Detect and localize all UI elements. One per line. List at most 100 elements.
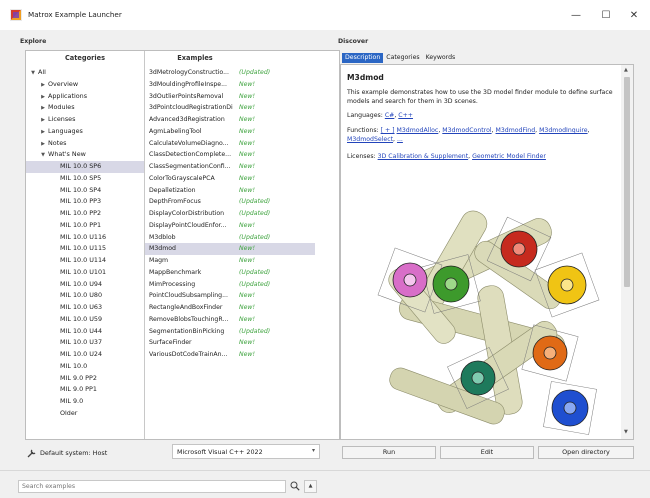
example-list-item[interactable]: M3dblob (Updated): [145, 232, 315, 244]
language-link-csharp[interactable]: C#: [385, 112, 395, 119]
category-tree-item[interactable]: MIL 10.0 PP2: [26, 208, 144, 220]
category-tree-label: MIL 10.0 SP6: [60, 162, 102, 170]
example-list-item[interactable]: MimProcessing (Updated): [145, 279, 315, 291]
category-tree-item[interactable]: Older: [26, 408, 144, 420]
example-list-item[interactable]: PointCloudSubsampling... New!: [145, 290, 315, 302]
category-tree-item[interactable]: ▶ Overview: [26, 79, 144, 91]
example-list-item[interactable]: DisplayColorDistribution (Updated): [145, 208, 315, 220]
category-tree-item[interactable]: MIL 10.0 U114: [26, 255, 144, 267]
function-link[interactable]: M3dmodSelect: [347, 136, 393, 143]
categories-column: Categories ▼ All ▶ Overview ▶ Applications ▶ Mo…: [26, 51, 144, 439]
scroll-up-icon[interactable]: ▲: [624, 67, 628, 73]
open-directory-button[interactable]: Open directory: [538, 446, 634, 459]
example-list-item[interactable]: 3dOutlierPointsRemoval New!: [145, 91, 315, 103]
tab-categories[interactable]: Categories: [383, 53, 422, 63]
example-list-item[interactable]: ClassSegmentationConfi... New!: [145, 161, 315, 173]
category-tree-item[interactable]: MIL 10.0 U80: [26, 290, 144, 302]
category-tree-item[interactable]: ▼ What's New: [26, 149, 144, 161]
minimize-button[interactable]: —: [564, 6, 588, 24]
example-list-item[interactable]: RemoveBlobsTouchingR... New!: [145, 314, 315, 326]
category-tree-item[interactable]: MIL 10.0 PP1: [26, 220, 144, 232]
category-tree-item[interactable]: MIL 9.0: [26, 396, 144, 408]
example-list-item[interactable]: RectangleAndBoxFinder New!: [145, 302, 315, 314]
example-list-item[interactable]: ClassDetectionComplete... New!: [145, 149, 315, 161]
category-tree-label: Licenses: [48, 115, 76, 123]
language-link-cpp[interactable]: C++: [398, 112, 413, 119]
category-tree-item[interactable]: ▶ Notes: [26, 138, 144, 150]
category-tree-item[interactable]: MIL 10.0 U24: [26, 349, 144, 361]
category-tree-item[interactable]: MIL 10.0 U44: [26, 326, 144, 338]
category-tree-item[interactable]: ▶ Modules: [26, 102, 144, 114]
category-tree-item[interactable]: MIL 10.0 U59: [26, 314, 144, 326]
functions-more-link[interactable]: ...: [397, 136, 403, 143]
close-button[interactable]: ✕: [622, 6, 646, 24]
function-link[interactable]: M3dmodFind: [496, 127, 536, 134]
explore-label: Explore: [20, 38, 47, 45]
category-tree-item[interactable]: ▼ All: [26, 67, 144, 79]
function-link[interactable]: M3dmodAlloc: [397, 127, 439, 134]
category-tree-item[interactable]: MIL 10.0 U63: [26, 302, 144, 314]
example-status-badge: (Updated): [239, 210, 271, 217]
category-tree-label: MIL 10.0 PP2: [60, 209, 102, 217]
category-tree-label: MIL 9.0 PP1: [60, 385, 97, 394]
maximize-button[interactable]: ☐: [594, 6, 618, 24]
category-tree-label: MIL 10.0 U63: [60, 303, 103, 311]
category-tree-item[interactable]: MIL 9.0 PP1: [26, 384, 144, 396]
example-list-item[interactable]: ColorToGrayscalePCA New!: [145, 173, 315, 185]
compiler-select[interactable]: Microsoft Visual C++ 2022 ▾: [172, 444, 320, 459]
example-status-badge: New!: [239, 315, 255, 323]
example-list-item[interactable]: CalculateVolumeDiagno... New!: [145, 138, 315, 150]
search-button[interactable]: [288, 479, 302, 493]
category-tree-item[interactable]: ▶ Applications: [26, 91, 144, 103]
category-tree-item[interactable]: MIL 10.0 SP6: [26, 161, 144, 173]
category-tree-item[interactable]: ▶ Licenses: [26, 114, 144, 126]
category-tree-item[interactable]: MIL 10.0 U94: [26, 279, 144, 291]
run-button[interactable]: Run: [342, 446, 436, 459]
collapse-search-button[interactable]: ▲: [304, 480, 317, 493]
example-list-item[interactable]: Magm New!: [145, 255, 315, 267]
category-tree-item[interactable]: MIL 10.0: [26, 361, 144, 373]
edit-button[interactable]: Edit: [440, 446, 534, 459]
example-list-item[interactable]: AgmLabelingTool New!: [145, 126, 315, 138]
category-tree-item[interactable]: ▶ Languages: [26, 126, 144, 138]
category-tree-label: MIL 10.0: [60, 361, 88, 370]
category-tree-item[interactable]: MIL 10.0 U115: [26, 243, 144, 255]
example-status-badge: New!: [239, 221, 255, 229]
scroll-thumb[interactable]: [624, 77, 630, 287]
default-system-label: Default system: Host: [40, 448, 108, 457]
search-input[interactable]: [18, 480, 286, 493]
example-list-item[interactable]: SegmentationBinPicking (Updated): [145, 326, 315, 338]
category-tree-item[interactable]: MIL 10.0 U116: [26, 232, 144, 244]
category-tree-item[interactable]: MIL 10.0 U37: [26, 337, 144, 349]
scroll-down-icon[interactable]: ▼: [624, 429, 628, 435]
functions-expand-link[interactable]: [ + ]: [381, 127, 395, 134]
compiler-select-value: Microsoft Visual C++ 2022: [177, 448, 263, 456]
example-list-item[interactable]: SurfaceFinder New!: [145, 337, 315, 349]
functions-label: Functions:: [347, 127, 379, 134]
license-link[interactable]: Geometric Model Finder: [472, 153, 546, 160]
category-tree-item[interactable]: MIL 10.0 SP5: [26, 173, 144, 185]
description-scrollbar[interactable]: ▲ ▼: [621, 65, 633, 439]
example-list-item[interactable]: 3dPointcloudRegistrationDi... New!: [145, 102, 315, 114]
tab-description[interactable]: Description: [342, 53, 384, 63]
example-list-item[interactable]: MappBenchmark (Updated): [145, 267, 315, 279]
example-list-item[interactable]: Depalletization New!: [145, 185, 315, 197]
category-tree-item[interactable]: MIL 9.0 PP2: [26, 373, 144, 385]
category-tree-item[interactable]: MIL 10.0 PP3: [26, 196, 144, 208]
example-list-item[interactable]: DisplayPointCloudEnfor... New!: [145, 220, 315, 232]
example-list-item[interactable]: 3dMetrologyConstructio... (Updated): [145, 67, 315, 79]
license-link[interactable]: 3D Calibration & Supplement: [378, 153, 469, 160]
tab-keywords[interactable]: Keywords: [423, 53, 459, 63]
example-status-badge: New!: [239, 245, 255, 253]
category-tree-item[interactable]: MIL 10.0 U101: [26, 267, 144, 279]
example-name: VariousDotCodeTrainAn...: [149, 351, 228, 358]
example-list-item[interactable]: DepthFromFocus (Updated): [145, 196, 315, 208]
functions-row: Functions: [ + ] M3dmodAlloc, M3dmodCont…: [347, 127, 590, 143]
function-link[interactable]: M3dmodControl: [442, 127, 491, 134]
example-list-item[interactable]: VariousDotCodeTrainAn... New!: [145, 349, 315, 361]
category-tree-item[interactable]: MIL 10.0 SP4: [26, 185, 144, 197]
example-list-item[interactable]: M3dmod New!: [145, 243, 315, 255]
example-list-item[interactable]: 3dMouldingProfileInspe... New!: [145, 79, 315, 91]
example-list-item[interactable]: Advanced3dRegistration New!: [145, 114, 315, 126]
function-link[interactable]: M3dmodInquire: [539, 127, 587, 134]
